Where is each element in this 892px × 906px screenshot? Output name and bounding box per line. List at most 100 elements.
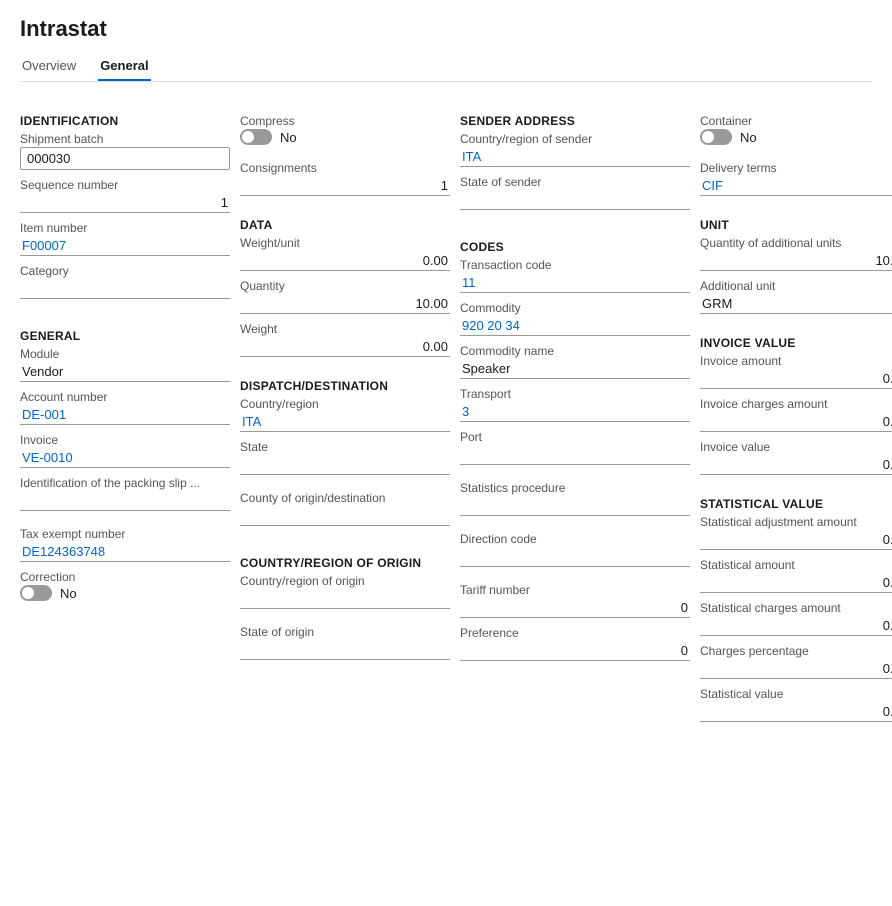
county-origin-value[interactable] [240,506,450,526]
sequence-number-value: 1 [20,193,230,213]
charges-pct-value: 0.00 [700,659,892,679]
stat-charges-value: 0.00 [700,616,892,636]
section-dispatch: DISPATCH/DESTINATION [240,379,450,393]
dispatch-country-value[interactable]: ITA [240,412,450,432]
stat-amount-value: 0.00 [700,573,892,593]
page-title: Intrastat [20,16,872,42]
tab-general[interactable]: General [98,52,150,81]
container-toggle-row: No [700,129,892,145]
transport-value[interactable]: 3 [460,402,690,422]
section-invoice-value: INVOICE VALUE [700,336,892,350]
country-region-origin-label: Country/region of origin [240,574,450,588]
form-grid: IDENTIFICATION Shipment batch 000030 Seq… [20,100,872,730]
item-number-label: Item number [20,221,230,235]
tariff-number-value: 0 [460,598,690,618]
invoice-charges-label: Invoice charges amount [700,397,892,411]
state-of-origin-value[interactable] [240,640,450,660]
commodity-value[interactable]: 920 20 34 [460,316,690,336]
sequence-number-label: Sequence number [20,178,230,192]
field-commodity: Commodity 920 20 34 [460,301,690,336]
correction-toggle[interactable] [20,585,52,601]
quantity-label: Quantity [240,279,450,293]
stat-adj-amount-label: Statistical adjustment amount [700,515,892,529]
field-additional-unit: Additional unit GRM [700,279,892,314]
field-correction: Correction No [20,570,230,609]
field-category: Category [20,264,230,307]
field-quantity: Quantity 10.00 [240,279,450,314]
field-consignments: Consignments 1 [240,161,450,196]
stat-charges-label: Statistical charges amount [700,601,892,615]
field-country-sender: Country/region of sender ITA [460,132,690,167]
stat-adj-amount-value: 0.00 [700,530,892,550]
packing-slip-value[interactable] [20,491,230,511]
direction-code-label: Direction code [460,532,690,546]
field-shipment-batch: Shipment batch 000030 [20,132,230,170]
field-stat-adj-amount: Statistical adjustment amount 0.00 [700,515,892,550]
container-toggle[interactable] [700,129,732,145]
correction-toggle-label: No [60,586,77,601]
field-port: Port [460,430,690,473]
country-region-origin-value[interactable] [240,589,450,609]
module-value: Vendor [20,362,230,382]
container-toggle-label: No [740,130,757,145]
field-stat-amount: Statistical amount 0.00 [700,558,892,593]
container-label: Container [700,114,892,128]
tab-bar: Overview General [20,52,872,82]
tariff-number-label: Tariff number [460,583,690,597]
section-sender-address: SENDER ADDRESS [460,114,690,128]
direction-code-value[interactable] [460,547,690,567]
field-dispatch-state: State [240,440,450,483]
quantity-value: 10.00 [240,294,450,314]
dispatch-state-value[interactable] [240,455,450,475]
field-qty-additional: Quantity of additional units 10.00 [700,236,892,271]
section-codes: CODES [460,240,690,254]
field-preference: Preference 0 [460,626,690,661]
compress-label: Compress [240,114,450,128]
field-container: Container No [700,114,892,153]
module-label: Module [20,347,230,361]
port-value[interactable] [460,445,690,465]
transport-label: Transport [460,387,690,401]
state-sender-value[interactable] [460,190,690,210]
section-statistical-value: STATISTICAL VALUE [700,497,892,511]
tax-exempt-value[interactable]: DE124363748 [20,542,230,562]
field-compress: Compress No [240,114,450,153]
country-sender-label: Country/region of sender [460,132,690,146]
consignments-label: Consignments [240,161,450,175]
field-tariff-number: Tariff number 0 [460,583,690,618]
field-dispatch-country: Country/region ITA [240,397,450,432]
section-identification: IDENTIFICATION [20,114,230,128]
tab-overview[interactable]: Overview [20,52,78,81]
col-data: Compress No Consignments 1 DATA Weight/u… [240,100,450,676]
field-invoice-charges: Invoice charges amount 0.00 [700,397,892,432]
field-charges-pct: Charges percentage 0.00 [700,644,892,679]
statistics-procedure-value[interactable] [460,496,690,516]
transaction-code-label: Transaction code [460,258,690,272]
delivery-terms-value[interactable]: CIF [700,176,892,196]
account-number-value[interactable]: DE-001 [20,405,230,425]
invoice-value[interactable]: VE-0010 [20,448,230,468]
commodity-name-label: Commodity name [460,344,690,358]
transaction-code-value[interactable]: 11 [460,273,690,293]
field-transport: Transport 3 [460,387,690,422]
field-stat-charges: Statistical charges amount 0.00 [700,601,892,636]
additional-unit-label: Additional unit [700,279,892,293]
consignments-value: 1 [240,176,450,196]
field-weight: Weight 0.00 [240,322,450,357]
shipment-batch-input[interactable]: 000030 [20,147,230,170]
col-unit: Container No Delivery terms CIF UNIT Qua… [700,100,892,730]
field-weight-unit: Weight/unit 0.00 [240,236,450,271]
field-sequence-number: Sequence number 1 [20,178,230,213]
weight-unit-value: 0.00 [240,251,450,271]
category-value[interactable] [20,279,230,299]
commodity-label: Commodity [460,301,690,315]
port-label: Port [460,430,690,444]
item-number-value[interactable]: F00007 [20,236,230,256]
compress-toggle[interactable] [240,129,272,145]
preference-value: 0 [460,641,690,661]
invoice-value-label: Invoice value [700,440,892,454]
state-sender-label: State of sender [460,175,690,189]
field-stat-value: Statistical value 0.00 [700,687,892,722]
country-sender-value[interactable]: ITA [460,147,690,167]
section-country-region-origin: COUNTRY/REGION OF ORIGIN [240,556,450,570]
